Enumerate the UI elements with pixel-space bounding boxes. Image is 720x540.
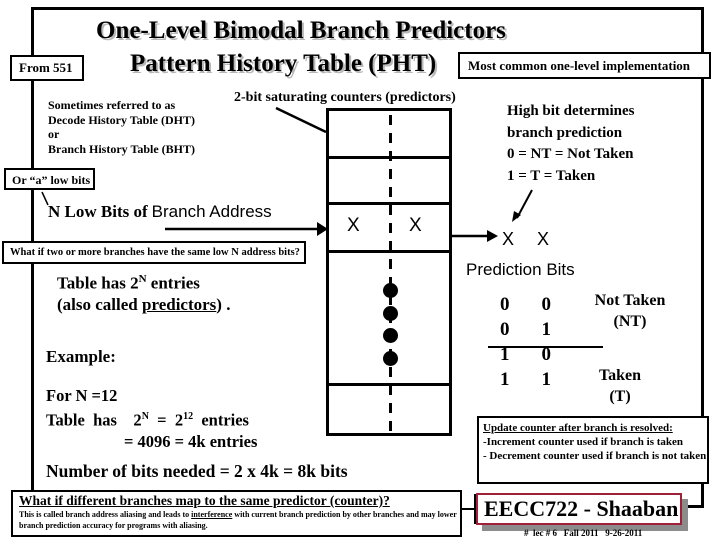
example-sup-12: 12 xyxy=(183,411,194,422)
pht-table: X X xyxy=(326,108,452,436)
output-bit-low: X xyxy=(537,229,550,249)
example-line2-b: = 2 xyxy=(148,410,184,430)
predictors-term: predictors xyxy=(142,294,217,314)
table-has-line1: Table has 2N entries xyxy=(57,269,230,294)
state-bit: 1 xyxy=(500,344,510,365)
table-has-prefix: Table has 2 xyxy=(57,273,139,293)
table-has-text: Table has 2N entries (also called predic… xyxy=(57,269,230,315)
state-row: 11 xyxy=(500,367,551,392)
same-bits-question: What if two or more branches have the sa… xyxy=(10,247,300,258)
state-row: 10 xyxy=(500,342,551,367)
counters-pointer-line xyxy=(275,106,327,134)
taken-text: Taken xyxy=(598,367,642,384)
aliasing-body-a: This is called branch address aliasing a… xyxy=(19,510,192,519)
course-badge: EECC722 - Shaaban xyxy=(476,493,682,525)
state-bit: 0 xyxy=(541,344,552,365)
interference-term: interference xyxy=(191,510,233,519)
pht-selected-bit-low: X xyxy=(409,215,422,236)
aliasing-body: This is called branch address aliasing a… xyxy=(19,510,459,531)
state-table: 00 01 10 11 xyxy=(500,292,551,392)
pht-bit-divider xyxy=(389,115,392,435)
example-text: For N =12 Table has 2N = 212 entries = 4… xyxy=(46,385,257,452)
predictors-prefix: (also called xyxy=(57,294,142,314)
update-line1: -Increment counter used if branch is tak… xyxy=(483,436,684,448)
example-label: Example: xyxy=(46,347,116,366)
n-low-bits-bold: N Low Bits of xyxy=(48,202,148,221)
example-line3: = 4096 = 4k entries xyxy=(124,431,258,451)
n-low-bits-label: N Low Bits of Branch Address xyxy=(48,202,272,222)
taken-abbr: (T) xyxy=(609,388,631,405)
high-bit-arrow-line xyxy=(516,189,533,219)
output-bit-high: X xyxy=(502,229,515,249)
update-counter-text: Update counter after branch is resolved:… xyxy=(483,421,709,463)
ellipsis-dot xyxy=(383,351,398,366)
not-taken-abbr: (NT) xyxy=(613,313,647,330)
example-line2-c: entries xyxy=(193,410,249,430)
same-bits-question-box: What if two or more branches have the sa… xyxy=(2,241,306,264)
state-bit: 0 xyxy=(500,319,510,340)
prediction-bits-label: Prediction Bits xyxy=(466,260,575,279)
update-heading-text: Update counter after branch is resolved: xyxy=(483,422,673,434)
state-bit: 1 xyxy=(500,369,510,390)
example-sup-n: N xyxy=(141,411,149,422)
update-heading: Update counter after branch is resolved: xyxy=(483,421,709,435)
branch-address-label: Branch Address xyxy=(151,202,272,221)
state-bit: 0 xyxy=(500,294,510,315)
update-counter-box: Update counter after branch is resolved:… xyxy=(477,416,709,484)
example-line2-a: Table has 2 xyxy=(46,410,142,430)
state-bit: 1 xyxy=(541,369,552,390)
state-bit: 1 xyxy=(541,319,552,340)
table-has-suffix: entries xyxy=(146,273,200,293)
ellipsis-dot xyxy=(383,283,398,298)
output-arrow-head xyxy=(487,230,498,242)
ellipsis-dot xyxy=(383,306,398,321)
state-row: 00 xyxy=(500,292,551,317)
pht-selected-bit-high: X xyxy=(347,215,360,236)
aliasing-heading: What if different branches map to the sa… xyxy=(19,493,390,509)
state-bit: 0 xyxy=(541,294,552,315)
table-has-line2: (also called predictors) . xyxy=(57,294,230,315)
update-line2: - Decrement counter used if branch is no… xyxy=(483,450,707,462)
footer-lecture-info: # lec # 6 Fall 2011 9-26-2011 xyxy=(524,528,643,538)
table-has-sup: N xyxy=(138,273,147,285)
example-line2: Table has 2N = 212 entries xyxy=(46,406,257,431)
taken-label: Taken (T) xyxy=(570,365,670,407)
not-taken-text: Not Taken xyxy=(594,292,666,309)
state-row: 01 xyxy=(500,317,551,342)
course-badge-label: EECC722 - Shaaban xyxy=(484,496,679,521)
predictors-suffix: ) . xyxy=(216,294,231,314)
bits-needed: Number of bits needed = 2 x 4k = 8k bits xyxy=(46,461,348,481)
aliasing-heading-text: What if different branches map to the sa… xyxy=(19,493,390,508)
example-line1: For N =12 xyxy=(46,386,118,405)
aliasing-box: What if different branches map to the sa… xyxy=(11,490,462,537)
not-taken-label: Not Taken (NT) xyxy=(580,290,680,332)
ellipsis-dot xyxy=(383,328,398,343)
